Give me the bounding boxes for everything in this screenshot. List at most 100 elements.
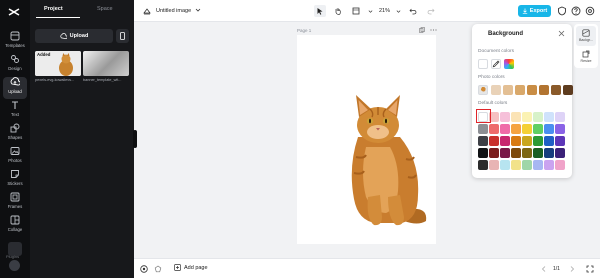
nav-stickers[interactable]: Stickers bbox=[0, 169, 30, 191]
nav-shapes[interactable]: Shapes bbox=[0, 123, 30, 145]
more-icon[interactable] bbox=[430, 27, 437, 33]
side-resize-button[interactable]: Resize bbox=[576, 47, 596, 67]
default-color-swatch[interactable] bbox=[489, 160, 499, 170]
default-color-swatch[interactable] bbox=[489, 136, 499, 146]
undo-button[interactable] bbox=[407, 5, 419, 17]
tab-space[interactable]: Space bbox=[97, 6, 113, 12]
nav-collage[interactable]: Collage bbox=[0, 215, 30, 237]
default-color-swatch[interactable] bbox=[511, 148, 521, 158]
default-color-swatch[interactable] bbox=[544, 112, 554, 122]
chevron-left-icon[interactable] bbox=[540, 265, 548, 273]
cat-image[interactable] bbox=[344, 87, 430, 227]
photo-color-swatch[interactable] bbox=[503, 85, 513, 95]
default-color-swatch[interactable] bbox=[478, 148, 488, 158]
default-color-swatch[interactable] bbox=[555, 148, 565, 158]
default-color-swatch[interactable] bbox=[478, 136, 488, 146]
close-icon[interactable] bbox=[558, 30, 565, 37]
nav-frames[interactable]: Frames bbox=[0, 192, 30, 214]
nav-design[interactable]: Design bbox=[0, 54, 30, 76]
hand-tool-button[interactable] bbox=[332, 5, 344, 17]
default-color-swatch[interactable] bbox=[489, 148, 499, 158]
nav-photos[interactable]: Photos bbox=[0, 146, 30, 168]
chevron-down-icon[interactable] bbox=[368, 9, 373, 14]
document-title[interactable]: Untitled image bbox=[156, 8, 191, 14]
default-color-swatch[interactable] bbox=[478, 124, 488, 134]
default-color-swatch[interactable] bbox=[500, 160, 510, 170]
default-color-swatch[interactable] bbox=[489, 124, 499, 134]
chevron-down-icon[interactable] bbox=[195, 7, 201, 13]
default-color-swatch[interactable] bbox=[511, 124, 521, 134]
default-color-swatch[interactable] bbox=[544, 148, 554, 158]
default-color-swatch[interactable] bbox=[522, 160, 532, 170]
redo-button[interactable] bbox=[425, 5, 437, 17]
fullscreen-icon[interactable] bbox=[586, 265, 594, 273]
default-color-swatch[interactable] bbox=[544, 160, 554, 170]
default-color-swatch[interactable] bbox=[522, 148, 532, 158]
color-picker-swatch[interactable] bbox=[504, 59, 514, 69]
select-tool-button[interactable] bbox=[314, 5, 326, 17]
default-color-swatch[interactable] bbox=[533, 136, 543, 146]
canvas-page[interactable] bbox=[297, 35, 436, 244]
nav-upload[interactable]: Upload bbox=[3, 77, 27, 99]
chevron-right-icon[interactable] bbox=[568, 265, 576, 273]
shield-icon[interactable] bbox=[557, 6, 567, 16]
photo-color-swatch[interactable] bbox=[551, 85, 561, 95]
top-toolbar: Untitled image 21% Export bbox=[134, 0, 600, 22]
nav-text[interactable]: Text bbox=[0, 100, 30, 122]
default-color-swatch[interactable] bbox=[511, 136, 521, 146]
tab-project[interactable]: Project bbox=[44, 6, 63, 12]
default-color-swatch[interactable] bbox=[478, 160, 488, 170]
default-color-swatch[interactable] bbox=[533, 160, 543, 170]
photos-icon bbox=[10, 147, 20, 155]
default-color-swatch[interactable] bbox=[533, 124, 543, 134]
default-color-swatch[interactable] bbox=[522, 112, 532, 122]
photo-color-swatch[interactable] bbox=[527, 85, 537, 95]
help-icon[interactable] bbox=[571, 6, 581, 16]
default-color-swatch[interactable] bbox=[500, 112, 510, 122]
settings-icon[interactable] bbox=[585, 6, 595, 16]
photo-color-swatch[interactable] bbox=[563, 85, 573, 95]
export-button-label: Export bbox=[529, 8, 548, 14]
chevron-down-icon[interactable] bbox=[396, 9, 401, 14]
capcut-logo-icon[interactable] bbox=[7, 5, 21, 19]
default-color-swatch[interactable] bbox=[500, 148, 510, 158]
duplicate-page-icon[interactable] bbox=[419, 27, 425, 33]
default-color-swatch[interactable] bbox=[544, 136, 554, 146]
default-color-swatch[interactable] bbox=[511, 112, 521, 122]
upload-button[interactable]: Upload bbox=[35, 29, 113, 43]
default-color-swatch[interactable] bbox=[522, 136, 532, 146]
photo-color-swatch[interactable] bbox=[539, 85, 549, 95]
default-color-swatch[interactable] bbox=[544, 124, 554, 134]
ai-assist-icon[interactable] bbox=[140, 265, 148, 273]
default-color-swatch[interactable] bbox=[533, 112, 543, 122]
default-color-swatch[interactable] bbox=[533, 148, 543, 158]
default-color-swatch[interactable] bbox=[555, 160, 565, 170]
nav-text-label: Text bbox=[11, 112, 19, 117]
eyedropper-button[interactable] bbox=[491, 59, 501, 69]
default-color-swatch[interactable] bbox=[500, 124, 510, 134]
side-background-button[interactable]: Backgr... bbox=[576, 26, 596, 46]
avatar[interactable] bbox=[9, 260, 20, 271]
left-nav-rail: Templates Design Upload Text Shapes Phot… bbox=[0, 0, 30, 278]
document-color-swatch[interactable] bbox=[478, 59, 488, 69]
default-color-swatch[interactable] bbox=[555, 112, 565, 122]
zoom-level[interactable]: 21% bbox=[379, 8, 390, 14]
asset-thumbnail[interactable] bbox=[83, 51, 129, 76]
default-color-swatch[interactable] bbox=[555, 136, 565, 146]
default-color-swatch[interactable] bbox=[555, 124, 565, 134]
document-colors-label: Document colors bbox=[478, 49, 514, 54]
panel-collapse-handle[interactable] bbox=[133, 130, 137, 148]
add-page-button[interactable]: Add page bbox=[174, 264, 208, 271]
default-color-swatch[interactable] bbox=[511, 160, 521, 170]
history-icon[interactable] bbox=[154, 265, 162, 273]
export-button[interactable]: Export bbox=[518, 5, 551, 17]
photo-color-thumbnail[interactable] bbox=[478, 85, 488, 95]
asset-thumbnail[interactable]: Added bbox=[35, 51, 81, 76]
photo-color-swatch[interactable] bbox=[491, 85, 501, 95]
phone-upload-button[interactable] bbox=[116, 29, 129, 43]
default-color-swatch[interactable] bbox=[522, 124, 532, 134]
default-color-swatch[interactable] bbox=[500, 136, 510, 146]
frame-tool-button[interactable] bbox=[350, 5, 362, 17]
photo-color-swatch[interactable] bbox=[515, 85, 525, 95]
nav-templates[interactable]: Templates bbox=[0, 31, 30, 53]
